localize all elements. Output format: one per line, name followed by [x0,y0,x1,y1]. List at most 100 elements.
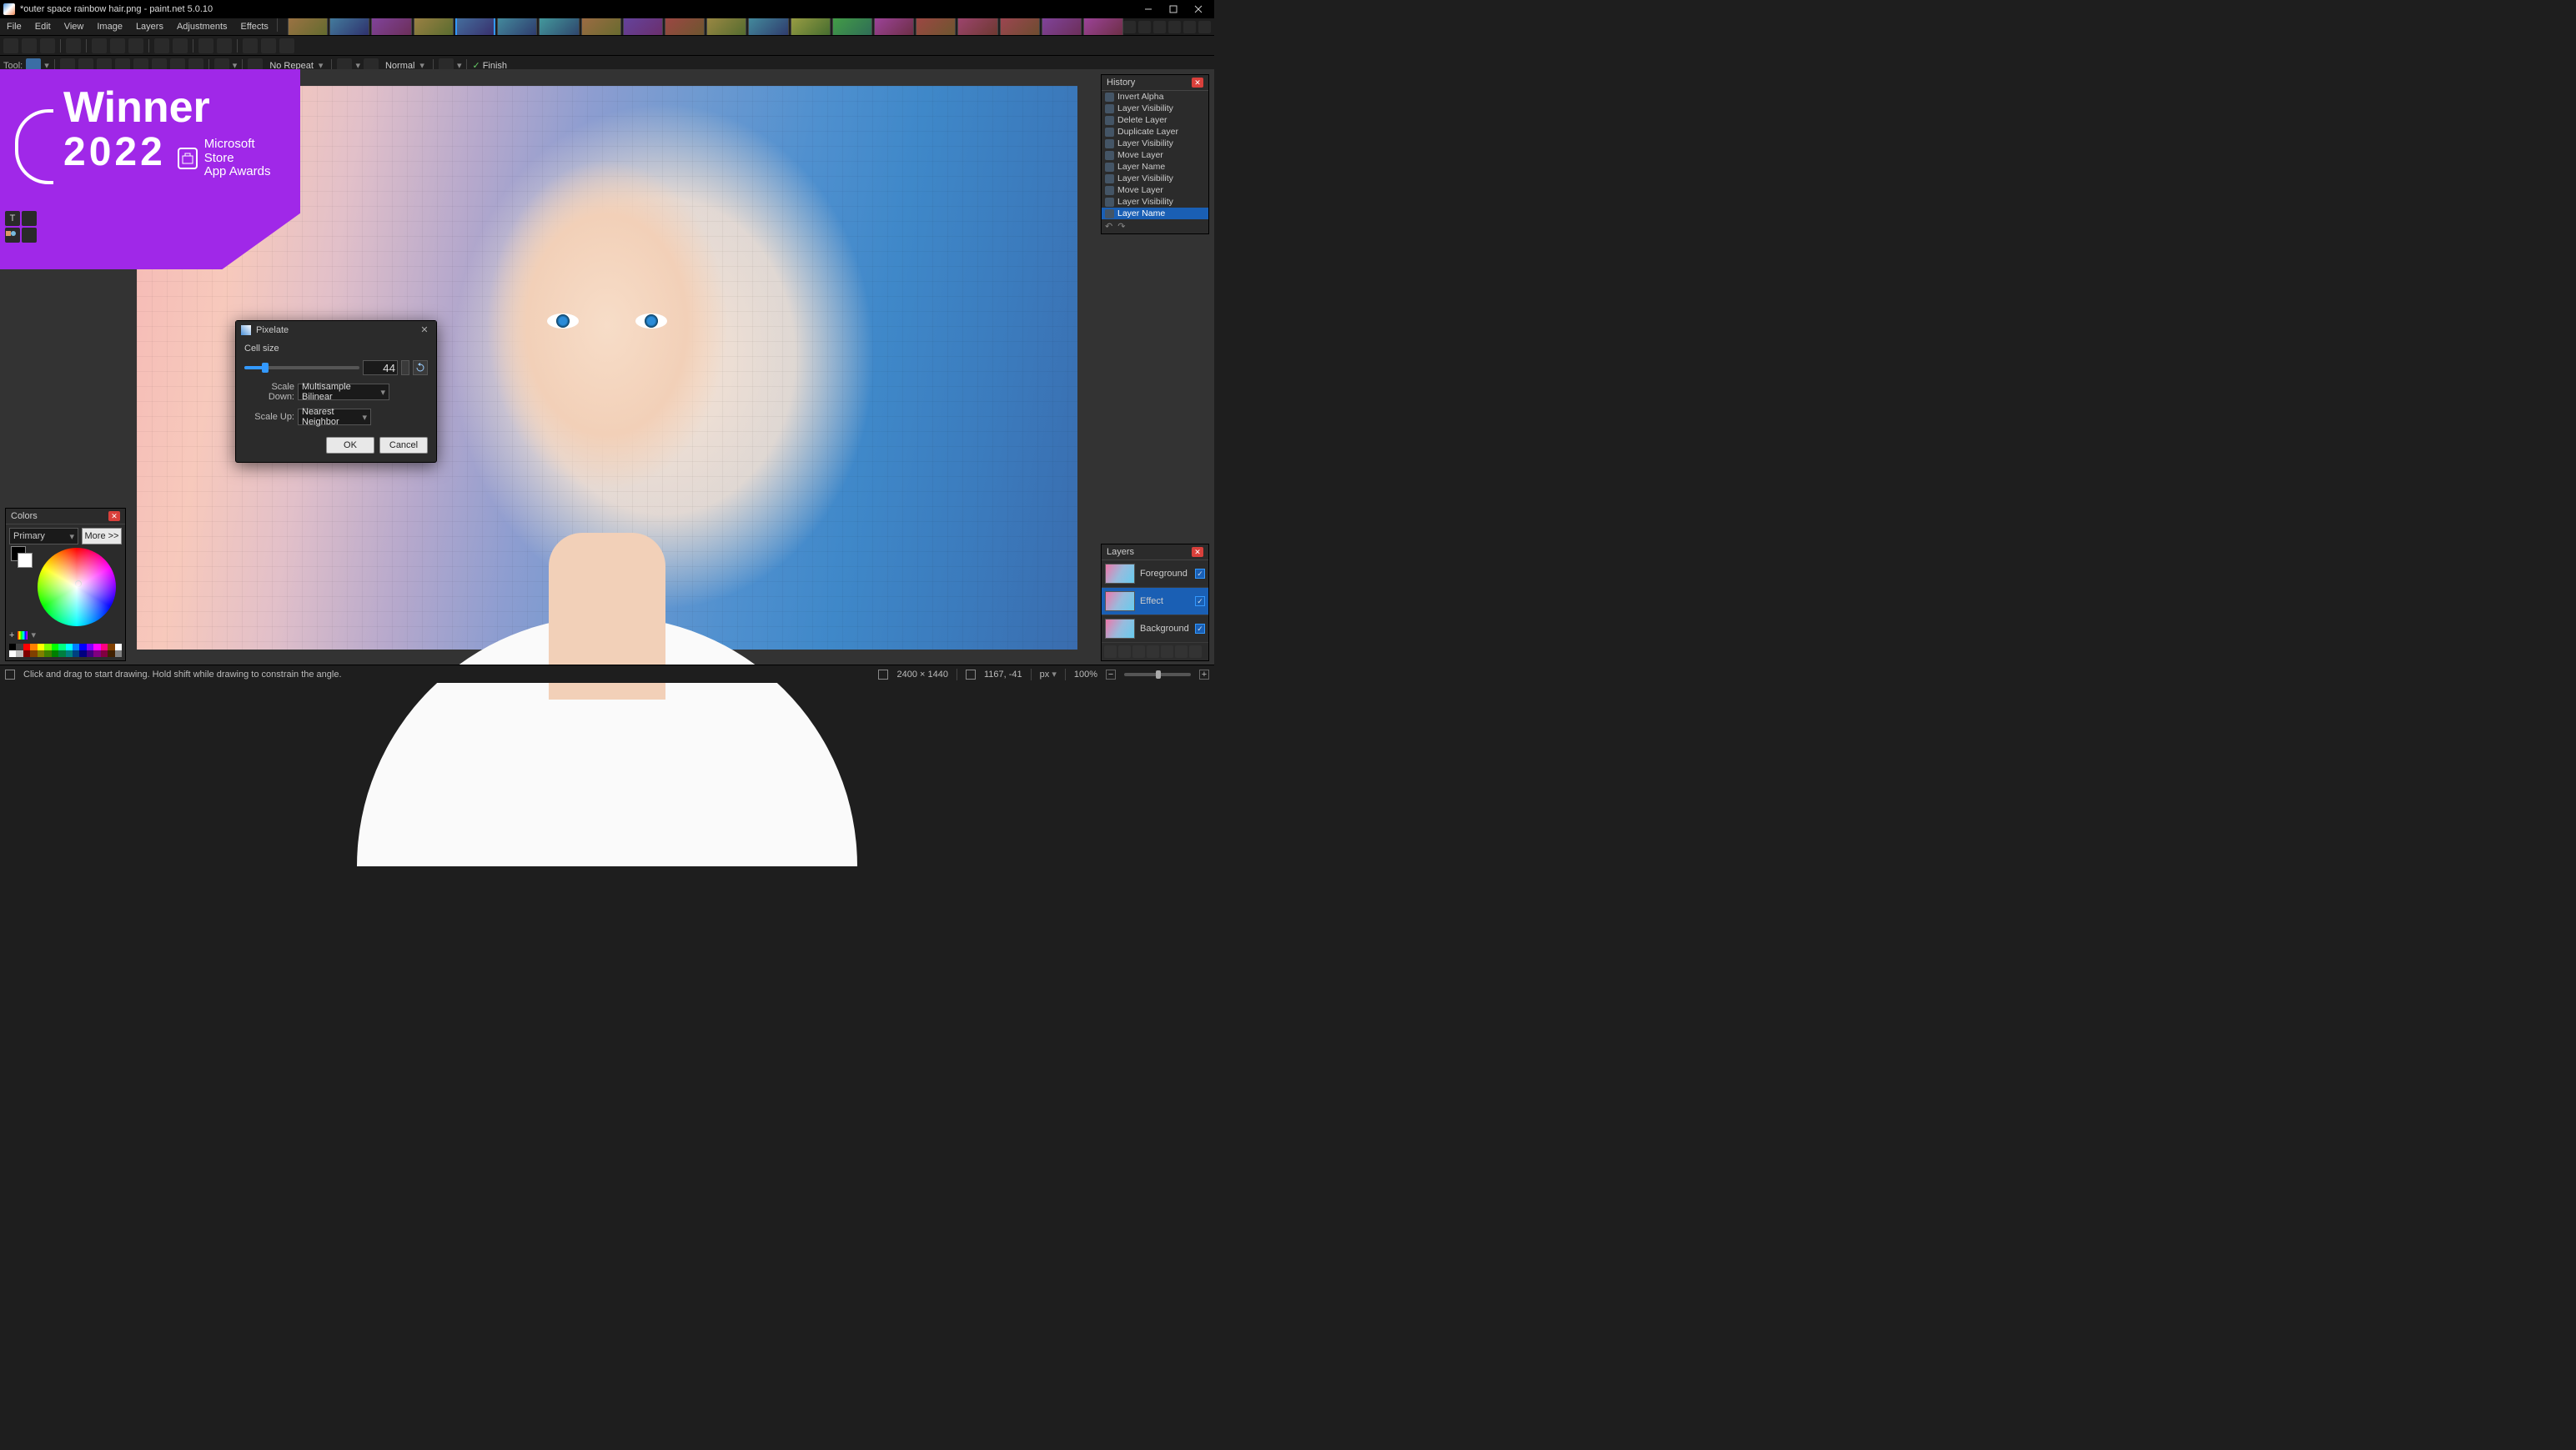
units-dropdown[interactable]: px ▾ [1040,669,1057,680]
doc-thumb[interactable] [832,18,872,35]
layer-item[interactable]: Background✓ [1102,615,1208,643]
palette-swatch[interactable] [73,650,79,657]
cut-icon[interactable] [92,38,107,53]
layer-down-button[interactable] [1175,645,1188,658]
layer-delete-button[interactable] [1118,645,1131,658]
ruler-icon[interactable] [261,38,276,53]
doc-thumb[interactable] [581,18,621,35]
dialog-close-button[interactable]: ✕ [418,324,431,335]
undo-icon[interactable]: ↶ [1105,221,1112,232]
menu-layers[interactable]: Layers [129,18,170,35]
palette-swatch[interactable] [52,644,58,650]
palette-swatch[interactable] [44,644,51,650]
crop-icon[interactable] [154,38,169,53]
history-item[interactable]: Layer Name [1102,161,1208,173]
copy-icon[interactable] [110,38,125,53]
deselect-icon[interactable] [173,38,188,53]
zoom-in-button[interactable]: + [1199,670,1209,680]
layer-merge-button[interactable] [1147,645,1159,658]
palette-swatch[interactable] [30,644,37,650]
secondary-swatch[interactable] [18,553,33,568]
palette-swatch[interactable] [38,644,44,650]
doc-thumb[interactable] [916,18,956,35]
layer-up-button[interactable] [1161,645,1173,658]
history-item[interactable]: Layer Visibility [1102,173,1208,184]
layer-visibility-checkbox[interactable]: ✓ [1195,624,1205,634]
history-item[interactable]: Invert Alpha [1102,91,1208,103]
add-color-button[interactable]: + [9,630,14,640]
palette-swatch[interactable] [73,644,79,650]
history-item[interactable]: Layer Visibility [1102,103,1208,114]
doc-thumb[interactable] [874,18,914,35]
doc-thumb[interactable] [414,18,454,35]
grid-icon[interactable] [243,38,258,53]
layer-item[interactable]: Effect✓ [1102,588,1208,615]
palette-swatch[interactable] [115,650,122,657]
palette-swatch[interactable] [58,650,65,657]
tool-move-icon[interactable] [22,211,37,226]
palette-swatch[interactable] [101,650,108,657]
palette-swatch[interactable] [108,650,114,657]
palette-swatch[interactable] [23,650,30,657]
new-icon[interactable] [3,38,18,53]
palette-swatch[interactable] [79,650,86,657]
layers-close-button[interactable]: ✕ [1192,547,1203,557]
layer-visibility-checkbox[interactable]: ✓ [1195,596,1205,606]
close-button[interactable] [1186,0,1211,18]
palette-swatch[interactable] [93,644,100,650]
palette-swatch[interactable] [9,650,16,657]
palette-swatch[interactable] [87,644,93,650]
maximize-button[interactable] [1161,0,1186,18]
zoom-slider[interactable] [1124,673,1191,676]
menu-effects[interactable]: Effects [234,18,275,35]
minimize-button[interactable] [1136,0,1161,18]
tool-text-icon[interactable]: T [5,211,20,226]
palette-swatch[interactable] [66,650,73,657]
palette-swatch[interactable] [23,644,30,650]
palette-swatch[interactable] [38,650,44,657]
scale-up-dropdown[interactable]: Nearest Neighbor▾ [298,409,371,425]
history-close-button[interactable]: ✕ [1192,78,1203,88]
palette-swatch[interactable] [93,650,100,657]
layer-visibility-checkbox[interactable]: ✓ [1195,569,1205,579]
color-palette[interactable] [9,644,122,657]
color-primary-dropdown[interactable]: Primary▾ [9,528,78,544]
cell-size-input[interactable] [363,360,398,375]
palette-swatch[interactable] [44,650,51,657]
menu-file[interactable]: File [0,18,28,35]
redo-icon[interactable]: ↷ [1117,221,1125,232]
redo-icon[interactable] [217,38,232,53]
doc-thumb[interactable] [665,18,705,35]
zoom-icon[interactable] [279,38,294,53]
history-item[interactable]: Delete Layer [1102,114,1208,126]
layer-add-button[interactable] [1104,645,1117,658]
palette-swatch[interactable] [16,650,23,657]
history-item[interactable]: Move Layer [1102,149,1208,161]
palette-swatch[interactable] [58,644,65,650]
palette-swatch[interactable] [108,644,114,650]
menu-view[interactable]: View [58,18,91,35]
gear-icon[interactable] [1183,21,1196,33]
history-item[interactable]: Layer Visibility [1102,138,1208,149]
layer-props-button[interactable] [1189,645,1202,658]
colors-close-button[interactable]: ✕ [108,511,120,521]
paste-icon[interactable] [128,38,143,53]
doc-thumb[interactable] [1000,18,1040,35]
palette-swatch[interactable] [101,644,108,650]
doc-thumb[interactable] [623,18,663,35]
gear2-icon[interactable] [1198,21,1211,33]
doc-thumb[interactable] [497,18,537,35]
cancel-button[interactable]: Cancel [379,437,428,454]
palette-swatch[interactable] [52,650,58,657]
palette-swatch[interactable] [79,644,86,650]
scale-down-dropdown[interactable]: Multisample Bilinear▾ [298,384,389,400]
history-item[interactable]: Move Layer [1102,184,1208,196]
ok-button[interactable]: OK [326,437,374,454]
clock-icon[interactable] [1153,21,1166,33]
color-wheel[interactable] [38,548,116,626]
cell-size-slider[interactable] [244,366,359,369]
dialog-titlebar[interactable]: Pixelate ✕ [236,321,436,339]
palette-swatch[interactable] [87,650,93,657]
doc-thumb[interactable] [706,18,746,35]
doc-thumb[interactable] [1083,18,1123,35]
